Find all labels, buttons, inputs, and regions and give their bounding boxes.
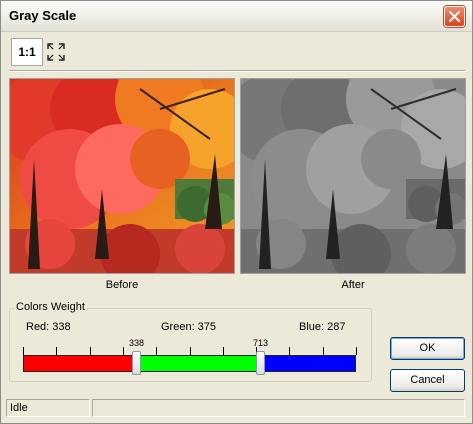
toolbar-separator bbox=[9, 70, 465, 72]
gray-scale-dialog: Gray Scale 1:1 Before After Colors Weigh… bbox=[0, 0, 473, 424]
fit-to-window-icon bbox=[47, 43, 65, 61]
close-x-icon bbox=[449, 11, 460, 22]
status-pane-empty bbox=[92, 399, 465, 417]
blue-weight-label: Blue: 287 bbox=[299, 321, 346, 333]
colors-weight-title: Colors Weight bbox=[14, 301, 87, 313]
green-weight-label: Green: 375 bbox=[161, 321, 217, 333]
slider-tick bbox=[190, 347, 191, 355]
window-title: Gray Scale bbox=[9, 8, 77, 23]
close-button[interactable] bbox=[444, 6, 465, 27]
slider-tick bbox=[90, 347, 91, 355]
thumb1-value-label: 338 bbox=[129, 338, 145, 348]
title-bar: Gray Scale bbox=[1, 1, 472, 32]
slider-tick bbox=[323, 347, 324, 355]
green-blue-slider-thumb[interactable] bbox=[256, 351, 265, 375]
green-weight-bar bbox=[136, 355, 260, 372]
cancel-button[interactable]: Cancel bbox=[390, 369, 465, 392]
slider-tick bbox=[289, 347, 290, 355]
red-green-slider-thumb[interactable] bbox=[132, 351, 141, 375]
red-weight-bar bbox=[23, 355, 136, 372]
after-preview-image bbox=[240, 78, 466, 274]
blue-weight-bar bbox=[260, 355, 356, 372]
before-caption: Before bbox=[105, 279, 139, 291]
status-text: Idle bbox=[6, 399, 90, 417]
slider-tick bbox=[156, 347, 157, 355]
red-weight-label: Red: 338 bbox=[26, 321, 71, 333]
before-preview-image bbox=[9, 78, 235, 274]
slider-tick bbox=[223, 347, 224, 355]
ok-button[interactable]: OK bbox=[390, 337, 465, 360]
slider-tick bbox=[56, 347, 57, 355]
slider-tick bbox=[23, 347, 24, 355]
after-caption: After bbox=[341, 279, 365, 291]
fit-to-window-button[interactable] bbox=[45, 38, 69, 66]
actual-size-button[interactable]: 1:1 bbox=[11, 38, 43, 66]
slider-tick bbox=[356, 347, 357, 355]
slider-tick bbox=[123, 347, 124, 355]
